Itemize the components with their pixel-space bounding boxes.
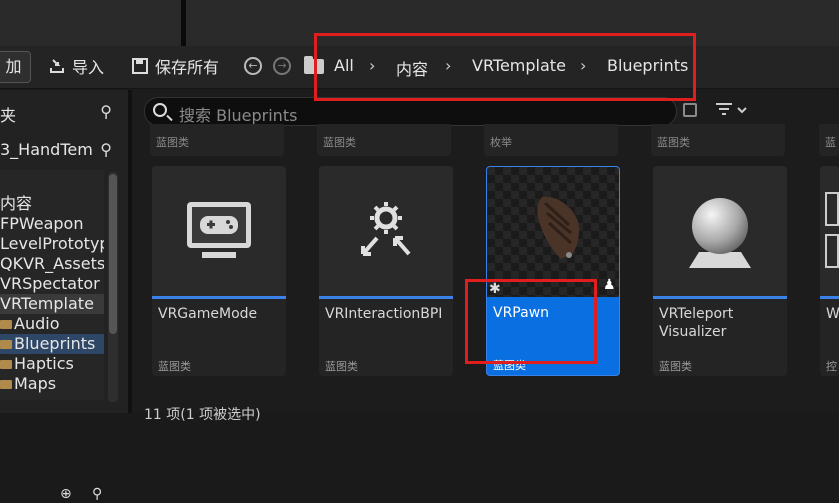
asset-tile-vrinteractionbpi[interactable]: VRInteractionBPI 蓝图类: [319, 166, 453, 376]
asset-type-bar: [152, 296, 286, 299]
add-button[interactable]: 加: [0, 51, 31, 83]
tree-item-label: Blueprints: [14, 334, 96, 353]
asset-type: 枚举: [490, 136, 512, 149]
asset-name: W: [826, 306, 839, 322]
folder-icon: [0, 360, 12, 369]
asset-type-bar: [319, 296, 453, 299]
sources-panel: 夹 ⚲ 3_HandTem ⚲ 内容 FPWeapon LevelPrototy…: [0, 90, 132, 502]
sources-footer: ⊕ ⚲: [0, 484, 124, 503]
asset-type: 蓝: [825, 136, 836, 149]
scrollbar-thumb[interactable]: [109, 174, 117, 334]
glove-icon: [537, 196, 580, 259]
asset-tile[interactable]: 蓝图类: [317, 124, 451, 156]
viewport-object: [181, 0, 186, 46]
asset-thumbnail: ✱ ♟: [487, 167, 619, 297]
import-icon: [50, 59, 64, 73]
pawn-icon: ♟: [603, 277, 616, 293]
asset-type-bar: [820, 296, 839, 299]
project-label: 3_HandTem: [0, 140, 93, 159]
tree-item-label: Haptics: [14, 354, 74, 373]
asset-tile[interactable]: 蓝图类: [150, 124, 284, 156]
save-all-label: 保存所有: [155, 58, 220, 77]
asset-type: 蓝图类: [659, 360, 692, 373]
save-search-icon[interactable]: [683, 103, 697, 117]
filter-icon[interactable]: [714, 100, 752, 120]
tree-item-vrspectator[interactable]: VRSpectator: [0, 274, 104, 294]
search-input[interactable]: 搜索 Blueprints: [144, 97, 677, 126]
asset-tile-vrteleport-visualizer[interactable]: VRTeleport Visualizer 蓝图类: [653, 166, 787, 376]
tree-item-levelprototyping[interactable]: LevelPrototyp: [0, 234, 104, 254]
folder-tree: 内容 FPWeapon LevelPrototyp QKVR_Assets VR…: [0, 170, 104, 400]
tree-item-audio[interactable]: Audio: [0, 314, 104, 334]
search-placeholder: 搜索 Blueprints: [179, 106, 298, 125]
search-icon[interactable]: ⚲: [100, 102, 112, 121]
asset-name: VRGameMode: [158, 306, 258, 322]
import-button[interactable]: 导入: [48, 52, 104, 80]
asset-type: 控: [826, 360, 837, 373]
asset-thumbnail: [152, 166, 286, 296]
folder-icon: [0, 340, 12, 349]
asset-type: 蓝图类: [325, 360, 358, 373]
asset-type: 蓝图类: [657, 136, 690, 149]
tree-item-blueprints[interactable]: Blueprints: [0, 334, 104, 354]
tree-scrollbar[interactable]: [108, 172, 118, 402]
back-icon[interactable]: ←: [244, 57, 262, 75]
asset-type-bar: [653, 296, 787, 299]
tree-item-haptics[interactable]: Haptics: [0, 354, 104, 374]
save-icon: [132, 58, 148, 74]
save-all-button[interactable]: 保存所有: [131, 52, 219, 80]
asset-tile[interactable]: 枚举: [484, 124, 618, 156]
tree-item-qkvr-assets[interactable]: QKVR_Assets: [0, 254, 104, 274]
status-text: 11 项(1 项被选中): [144, 407, 261, 423]
tree-item-fpweapon[interactable]: FPWeapon: [0, 214, 104, 234]
asset-type: 蓝图类: [323, 136, 356, 149]
asset-tile-w[interactable]: W 控: [820, 166, 839, 376]
asset-tile[interactable]: 蓝图类: [651, 124, 785, 156]
interface-icon: [361, 202, 411, 256]
sources-header-label: 夹: [0, 106, 17, 125]
import-label: 导入: [72, 58, 105, 77]
asset-thumbnail: [653, 166, 787, 296]
asset-type: 蓝图类: [158, 360, 191, 373]
asset-tile[interactable]: 蓝: [819, 124, 839, 156]
forward-icon[interactable]: →: [273, 57, 291, 75]
asset-name: VRTeleport Visualizer: [659, 306, 734, 340]
asset-name: VRInteractionBPI: [325, 306, 443, 322]
asset-type: 蓝图类: [156, 136, 189, 149]
search-icon[interactable]: ⚲: [92, 486, 102, 502]
search-icon: [153, 103, 167, 117]
sphere-icon: [689, 198, 751, 268]
tree-item-vrtemplate[interactable]: VRTemplate: [0, 294, 104, 314]
tree-item-label: Audio: [14, 314, 60, 333]
asset-thumbnail: [319, 166, 453, 296]
asset-tile-vrgamemode[interactable]: VRGameMode 蓝图类: [152, 166, 286, 376]
folder-icon: [0, 380, 12, 389]
annotation-box-vrpawn: [465, 279, 597, 364]
add-circle-icon[interactable]: ⊕: [60, 486, 72, 502]
tree-item-label: Maps: [14, 374, 57, 393]
gamemode-icon: [187, 202, 251, 258]
tree-item-content[interactable]: 内容: [0, 194, 104, 214]
tree-item-maps[interactable]: Maps: [0, 374, 104, 394]
asset-view: 搜索 Blueprints 蓝图类 蓝图类 枚举 蓝图类 蓝 VRGameMod…: [132, 90, 839, 423]
search-icon[interactable]: ⚲: [100, 140, 112, 159]
project-row[interactable]: 3_HandTem ⚲: [0, 140, 124, 159]
folder-icon: [0, 320, 12, 329]
sources-header: 夹 ⚲: [0, 102, 124, 126]
asset-thumbnail: [820, 166, 839, 296]
annotation-box-breadcrumb: [314, 33, 696, 101]
